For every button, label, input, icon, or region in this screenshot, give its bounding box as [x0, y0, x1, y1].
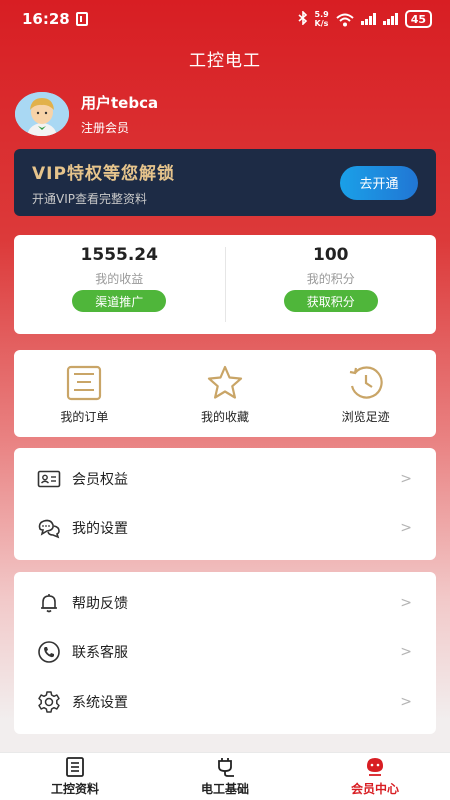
- points-stat: 100 我的积分 获取积分: [226, 235, 437, 334]
- menu-item-help-feedback[interactable]: 帮助反馈 >: [14, 578, 436, 628]
- document-icon: [66, 756, 84, 777]
- vip-title: VIP特权等您解锁: [32, 163, 175, 184]
- menu-item-label: 会员权益: [72, 471, 128, 488]
- quick-links-card: 我的订单 我的收藏 浏览足迹: [14, 350, 436, 437]
- earnings-label: 我的收益: [95, 272, 144, 286]
- points-label: 我的积分: [306, 272, 355, 286]
- quick-link-history[interactable]: 浏览足迹: [295, 350, 436, 437]
- avatar[interactable]: [15, 92, 69, 136]
- get-points-button[interactable]: 获取积分: [283, 290, 378, 312]
- nav-label: 电工基础: [200, 781, 249, 796]
- chevron-right-icon: >: [400, 520, 412, 537]
- stats-card: 1555.24 我的收益 渠道推广 100 我的积分 获取积分: [14, 235, 436, 334]
- menu-item-system-settings[interactable]: 系统设置 >: [14, 677, 436, 727]
- signal-icon-1: [360, 13, 376, 25]
- menu-item-label: 我的设置: [72, 521, 128, 538]
- chevron-right-icon: >: [400, 594, 412, 611]
- earnings-value: 1555.24: [80, 245, 158, 265]
- nav-tab-member-center[interactable]: 会员中心: [300, 753, 450, 800]
- member-face-icon: [367, 757, 383, 776]
- profile-section[interactable]: 用户tebca 注册会员: [15, 92, 158, 136]
- signal-icon-2: [382, 13, 398, 25]
- menu-item-contact-support[interactable]: 联系客服 >: [14, 628, 436, 678]
- quick-link-label: 浏览足迹: [341, 410, 390, 424]
- status-bar: 16:28 5.9 K/s 45: [0, 0, 450, 38]
- bottom-nav: 工控资料 电工基础 会员中心: [0, 752, 450, 800]
- chevron-right-icon: >: [400, 470, 412, 487]
- quick-link-orders[interactable]: 我的订单: [14, 350, 155, 437]
- quick-link-label: 我的收藏: [201, 410, 250, 424]
- network-speed: 5.9 K/s: [314, 10, 329, 28]
- star-icon: [207, 365, 243, 399]
- member-type: 注册会员: [81, 121, 130, 135]
- chat-bubbles-icon: [36, 515, 62, 541]
- vip-banner: VIP特权等您解锁 开通VIP查看完整资料 去开通: [14, 149, 436, 216]
- history-clock-icon: [349, 366, 383, 399]
- channel-promotion-button[interactable]: 渠道推广: [72, 290, 167, 312]
- nav-label: 工控资料: [50, 781, 99, 796]
- status-time: 16:28: [22, 10, 70, 28]
- nfc-icon: [75, 12, 88, 26]
- points-value: 100: [313, 245, 349, 265]
- chevron-right-icon: >: [400, 644, 412, 661]
- nav-tab-electrician-basics[interactable]: 电工基础: [150, 753, 300, 800]
- vip-subtitle: 开通VIP查看完整资料: [32, 191, 147, 206]
- member-card-icon: [36, 466, 62, 492]
- wifi-icon: [336, 13, 354, 27]
- battery-indicator: 45: [404, 10, 432, 28]
- menu-item-label: 帮助反馈: [72, 595, 128, 612]
- gear-icon: [36, 689, 62, 715]
- chevron-right-icon: >: [400, 693, 412, 710]
- quick-link-favorites[interactable]: 我的收藏: [155, 350, 296, 437]
- page-title: 工控电工: [189, 51, 261, 71]
- menu-group-1: 会员权益 > 我的设置 >: [14, 448, 436, 560]
- menu-group-2: 帮助反馈 > 联系客服 > 系统设置 >: [14, 572, 436, 734]
- nav-label: 会员中心: [350, 781, 399, 796]
- order-list-icon: [67, 365, 102, 401]
- username: 用户tebca: [81, 94, 159, 112]
- bell-icon: [36, 590, 62, 616]
- quick-link-label: 我的订单: [60, 410, 109, 424]
- activate-vip-button[interactable]: 去开通: [340, 165, 418, 200]
- menu-item-member-benefits[interactable]: 会员权益 >: [14, 454, 436, 504]
- plug-icon: [218, 757, 234, 777]
- menu-item-my-settings[interactable]: 我的设置 >: [14, 504, 436, 554]
- nav-tab-industrial-docs[interactable]: 工控资料: [0, 753, 150, 800]
- phone-icon: [36, 639, 62, 665]
- menu-item-label: 系统设置: [72, 694, 128, 711]
- earnings-stat: 1555.24 我的收益 渠道推广: [14, 235, 225, 334]
- bluetooth-icon: [297, 9, 308, 28]
- menu-item-label: 联系客服: [72, 645, 128, 662]
